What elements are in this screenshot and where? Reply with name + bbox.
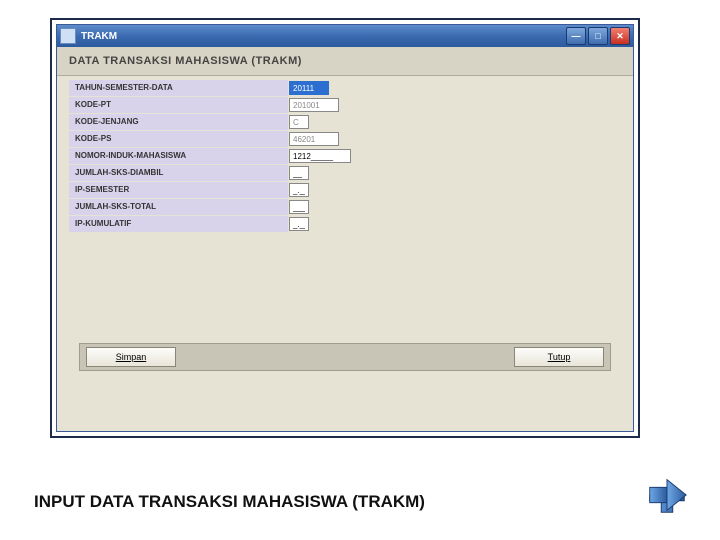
field-label: KODE-PT	[69, 97, 289, 113]
kode-jenjang-input[interactable]	[289, 115, 309, 129]
field-row: KODE-JENJANG	[69, 114, 621, 130]
field-row: NOMOR-INDUK-MAHASISWA	[69, 148, 621, 164]
field-label: NOMOR-INDUK-MAHASISWA	[69, 148, 289, 164]
minimize-button[interactable]: —	[566, 27, 586, 45]
form-area: TAHUN-SEMESTER-DATA KODE-PT KODE-JENJANG…	[57, 76, 633, 431]
app-icon	[60, 28, 76, 44]
save-button[interactable]: Simpan	[86, 347, 176, 367]
slide-caption: INPUT DATA TRANSAKSI MAHASISWA (TRAKM)	[34, 492, 425, 512]
field-label: TAHUN-SEMESTER-DATA	[69, 80, 289, 96]
field-label: IP-KUMULATIF	[69, 216, 289, 232]
field-label: JUMLAH-SKS-TOTAL	[69, 199, 289, 215]
field-label: JUMLAH-SKS-DIAMBIL	[69, 165, 289, 181]
field-label: IP-SEMESTER	[69, 182, 289, 198]
window-controls: — □ ✕	[566, 27, 630, 45]
close-button[interactable]: ✕	[610, 27, 630, 45]
field-row: IP-SEMESTER	[69, 182, 621, 198]
field-row: JUMLAH-SKS-TOTAL	[69, 199, 621, 215]
sks-diambil-input[interactable]	[289, 166, 309, 180]
next-slide-arrow[interactable]	[644, 472, 690, 518]
field-row: KODE-PT	[69, 97, 621, 113]
field-row: JUMLAH-SKS-DIAMBIL	[69, 165, 621, 181]
field-label: KODE-PS	[69, 131, 289, 147]
ip-semester-input[interactable]	[289, 183, 309, 197]
ip-kumulatif-input[interactable]	[289, 217, 309, 231]
form-header: DATA TRANSAKSI MAHASISWA (TRAKM)	[57, 47, 633, 76]
nim-input[interactable]	[289, 149, 351, 163]
app-window: TRAKM — □ ✕ DATA TRANSAKSI MAHASISWA (TR…	[56, 24, 634, 432]
tahun-semester-input[interactable]	[289, 81, 329, 95]
save-button-label: Simpan	[116, 352, 147, 362]
window-title: TRAKM	[81, 31, 566, 42]
field-row: TAHUN-SEMESTER-DATA	[69, 80, 621, 96]
field-row: IP-KUMULATIF	[69, 216, 621, 232]
titlebar: TRAKM — □ ✕	[57, 25, 633, 47]
close-button-label: Tutup	[548, 352, 571, 362]
sks-total-input[interactable]	[289, 200, 309, 214]
field-label: KODE-JENJANG	[69, 114, 289, 130]
slide-frame: TRAKM — □ ✕ DATA TRANSAKSI MAHASISWA (TR…	[50, 18, 640, 438]
field-row: KODE-PS	[69, 131, 621, 147]
kode-ps-input[interactable]	[289, 132, 339, 146]
button-bar: Simpan Tutup	[79, 343, 611, 371]
maximize-button[interactable]: □	[588, 27, 608, 45]
dialog-close-button[interactable]: Tutup	[514, 347, 604, 367]
kode-pt-input[interactable]	[289, 98, 339, 112]
